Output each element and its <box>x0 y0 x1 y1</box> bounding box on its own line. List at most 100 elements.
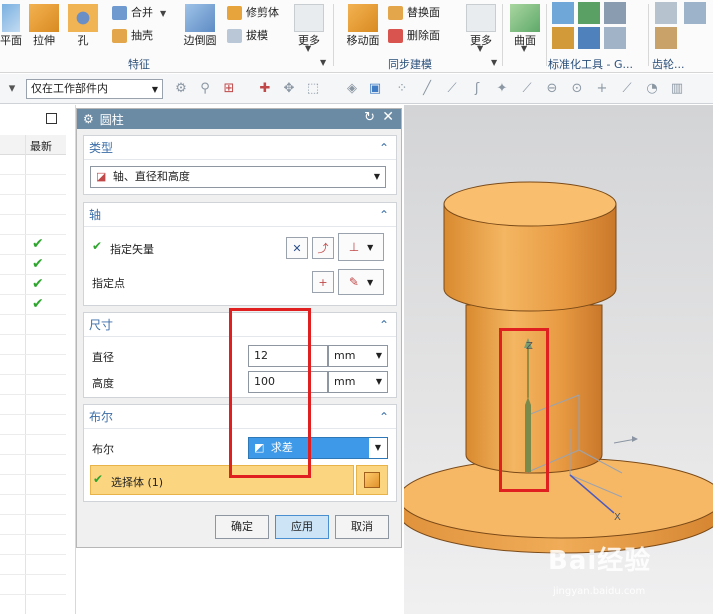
table-row[interactable] <box>0 435 66 455</box>
table-row[interactable] <box>0 215 66 235</box>
midpoint-icon[interactable]: ⟋ <box>520 82 534 96</box>
curve-rule-icon[interactable]: ✚ <box>258 82 272 96</box>
standard-tool-icon-5[interactable] <box>578 27 600 49</box>
view-shaded-icon[interactable]: ◈ <box>345 82 359 96</box>
cube-icon[interactable]: ▣ <box>368 82 382 96</box>
table-row[interactable] <box>0 575 66 595</box>
replace-face-button[interactable]: 替换面 <box>388 6 440 20</box>
table-row[interactable] <box>0 555 66 575</box>
trim-body-button[interactable]: 修剪体 <box>227 6 279 20</box>
gear-tool-icon-2[interactable] <box>655 27 677 49</box>
table-row[interactable] <box>0 475 66 495</box>
type-select[interactable]: ◪ 轴、直径和高度 ▼ <box>90 166 386 188</box>
boolean-select[interactable]: ◩ 求差 ▼ <box>248 437 388 459</box>
snap-icon[interactable]: ⚲ <box>198 82 212 96</box>
circle-center-icon[interactable]: ⊖ <box>545 82 559 96</box>
edge-blend-button[interactable]: 边倒圆 <box>180 4 220 47</box>
table-row[interactable] <box>0 355 66 375</box>
collapse-icon[interactable]: ⌃ <box>379 136 389 160</box>
line-snap-icon[interactable]: ╱ <box>420 82 434 96</box>
table-row[interactable] <box>0 155 66 175</box>
diameter-unit-select[interactable]: mm ▼ <box>328 345 388 367</box>
standard-tool-icon-2[interactable] <box>578 2 600 24</box>
axis-section-header[interactable]: 轴 ⌃ <box>84 203 396 227</box>
collapse-icon[interactable]: ⌃ <box>379 405 389 429</box>
table-row[interactable] <box>0 455 66 475</box>
shell-button[interactable]: 抽壳 <box>112 29 153 43</box>
more-features-button[interactable]: 更多 <box>292 4 326 47</box>
table-row[interactable]: ✔ <box>0 275 66 295</box>
table-row[interactable] <box>0 495 66 515</box>
face-snap-icon[interactable]: ◔ <box>645 82 659 96</box>
graphics-viewport[interactable]: Z X <box>398 105 713 614</box>
standard-tool-icon-4[interactable] <box>552 27 574 49</box>
quadrant-icon[interactable]: ⊙ <box>570 82 584 96</box>
table-row[interactable] <box>0 535 66 555</box>
more-sync-dropdown-icon[interactable]: ▼ <box>477 44 483 53</box>
extrude-button[interactable]: 拉伸 <box>27 4 61 47</box>
table-row[interactable] <box>0 415 66 435</box>
table-row[interactable]: ✔ <box>0 235 66 255</box>
table-row[interactable]: ✔ <box>0 295 66 315</box>
select-body-icon[interactable] <box>356 465 388 495</box>
height-input[interactable]: 100 <box>248 371 328 393</box>
draft-button[interactable]: 拔模 <box>227 29 268 43</box>
curve-icon[interactable]: ʃ <box>470 82 484 96</box>
table-row[interactable] <box>0 315 66 335</box>
features-expand-icon[interactable]: ▼ <box>320 58 326 67</box>
gear-tool-icon-3[interactable] <box>684 2 706 24</box>
gear-tool-icon-1[interactable] <box>655 2 677 24</box>
select-filter-icon[interactable]: ⚙ <box>174 82 188 96</box>
table-row[interactable] <box>0 395 66 415</box>
selection-scope-select[interactable]: 仅在工作部件内 ▼ <box>26 79 163 99</box>
more-features-dropdown-icon[interactable]: ▼ <box>305 44 311 53</box>
table-row[interactable] <box>0 175 66 195</box>
delete-face-button[interactable]: 删除面 <box>388 29 440 43</box>
selection-intent-icon[interactable]: ⊞ <box>222 82 236 96</box>
surface-button[interactable]: 曲面 <box>508 4 542 47</box>
collapse-icon[interactable]: ⌃ <box>379 203 389 227</box>
point-type-select[interactable]: ✎ ▼ <box>338 269 384 295</box>
sync-expand-icon[interactable]: ▼ <box>491 58 497 67</box>
ok-button[interactable]: 确定 <box>215 515 269 539</box>
menu-icon[interactable]: ▾ <box>5 82 19 96</box>
tangent-icon[interactable]: ⟋ <box>620 82 634 96</box>
surface-dropdown-icon[interactable]: ▼ <box>521 44 527 53</box>
table-row[interactable] <box>0 335 66 355</box>
point-dialog-icon[interactable]: + <box>312 271 334 293</box>
bounded-grid-icon[interactable]: ▥ <box>670 82 684 96</box>
hole-button[interactable]: 孔 <box>67 4 99 47</box>
standard-tool-icon-6[interactable] <box>604 27 626 49</box>
reverse-direction-icon[interactable]: ✕ <box>286 237 308 259</box>
close-icon[interactable]: ✕ <box>382 109 394 125</box>
cancel-button[interactable]: 取消 <box>335 515 389 539</box>
rectangle-select-icon[interactable]: ⬚ <box>306 82 320 96</box>
table-row[interactable] <box>0 515 66 535</box>
cylinder-model[interactable]: Z X <box>398 105 713 614</box>
diameter-input[interactable]: 12 <box>248 345 328 367</box>
standard-tool-icon-1[interactable] <box>552 2 574 24</box>
collapse-icon[interactable]: ⌃ <box>379 313 389 337</box>
table-row[interactable] <box>0 195 66 215</box>
pick-icon[interactable]: ✥ <box>282 82 296 96</box>
vector-dialog-icon[interactable]: ⤴ <box>312 237 334 259</box>
more-sync-button[interactable]: 更多 <box>464 4 498 47</box>
standard-tool-icon-3[interactable] <box>604 2 626 24</box>
height-unit-select[interactable]: mm ▼ <box>328 371 388 393</box>
boolean-section-header[interactable]: 布尔 ⌃ <box>84 405 396 429</box>
select-body-row[interactable]: ✔ 选择体 (1) <box>90 465 354 495</box>
table-row[interactable]: ✔ <box>0 255 66 275</box>
apply-button[interactable]: 应用 <box>275 515 329 539</box>
intersection-icon[interactable]: ✦ <box>495 82 509 96</box>
unite-dropdown-icon[interactable]: ▼ <box>160 9 166 18</box>
point-icon[interactable]: + <box>595 82 609 96</box>
endpoint-icon[interactable]: ⟋ <box>445 82 459 96</box>
vector-type-select[interactable]: ⊥ ▼ <box>338 233 384 261</box>
dimensions-section-header[interactable]: 尺寸 ⌃ <box>84 313 396 337</box>
move-face-button[interactable]: 移动面 <box>340 4 386 47</box>
type-section-header[interactable]: 类型 ⌃ <box>84 136 396 160</box>
maximize-icon[interactable] <box>46 113 57 124</box>
snap-grid-icon[interactable]: ⁘ <box>395 82 409 96</box>
unite-button[interactable]: 合并 <box>112 6 153 20</box>
table-row[interactable] <box>0 375 66 395</box>
